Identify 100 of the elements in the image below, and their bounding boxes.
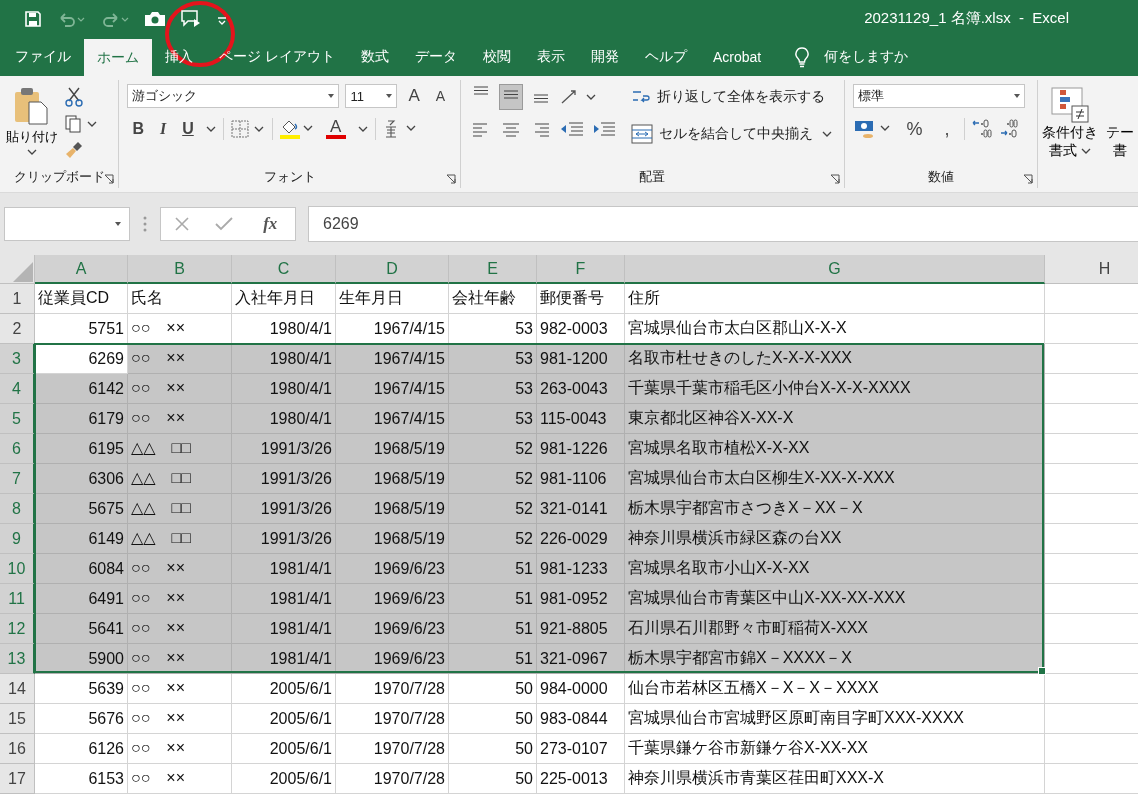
table-cell: 51: [449, 584, 537, 614]
table-cell: 入社年月日: [232, 284, 336, 314]
shrink-font-button[interactable]: A: [430, 88, 451, 104]
row-header[interactable]: 4: [0, 374, 35, 404]
table-cell: 千葉県千葉市稲毛区小仲台X-X-X-XXXX: [625, 374, 1045, 404]
row-header[interactable]: 9: [0, 524, 35, 554]
tell-me-search[interactable]: 何をしますか: [824, 47, 909, 66]
scissors-icon[interactable]: [64, 86, 84, 108]
row-header[interactable]: 15: [0, 704, 35, 734]
table-cell: 982-0003: [537, 314, 625, 344]
save-icon[interactable]: [24, 9, 42, 28]
row-header[interactable]: 2: [0, 314, 35, 344]
annotation-circle: [165, 1, 235, 67]
column-header[interactable]: F: [537, 255, 625, 284]
column-header[interactable]: E: [449, 255, 537, 284]
column-header[interactable]: A: [35, 255, 128, 284]
table-cell: 52: [449, 494, 537, 524]
table-cell: 1967/4/15: [336, 344, 449, 374]
percent-button[interactable]: %: [898, 118, 931, 140]
caret-icon[interactable]: [204, 124, 217, 134]
wrap-text-button[interactable]: 折り返して全体を表示する: [628, 84, 833, 110]
font-size-dropdown[interactable]: 11: [345, 84, 398, 108]
table-cell: 宮城県仙台市太白区郡山X-X-X: [625, 314, 1045, 344]
table-cell: 1991/3/26: [232, 464, 336, 494]
caret-icon[interactable]: [356, 124, 369, 134]
ribbon-tab[interactable]: 数式: [347, 37, 402, 76]
vertical-align-button[interactable]: [498, 84, 523, 110]
enter-check-icon[interactable]: [213, 215, 234, 233]
table-cell: △△ □□: [128, 524, 232, 554]
format-as-table-button[interactable]: テー 書: [1102, 80, 1138, 188]
ribbon-tab[interactable]: 開発: [577, 37, 632, 76]
table-cell: ○○ ××: [128, 764, 232, 794]
row-header[interactable]: 6: [0, 434, 35, 464]
increase-decimal-icon[interactable]: [970, 118, 993, 140]
ribbon-tab[interactable]: ホーム: [84, 39, 152, 76]
row-header[interactable]: 16: [0, 734, 35, 764]
paste-button[interactable]: 貼り付け: [4, 84, 60, 166]
copy-icon[interactable]: [64, 114, 98, 134]
row-header[interactable]: 3: [0, 344, 35, 374]
table-cell: 住所: [625, 284, 1045, 314]
comment-play-icon[interactable]: [180, 8, 202, 29]
ribbon-tab[interactable]: ファイル: [2, 37, 84, 76]
format-painter-icon[interactable]: [64, 140, 84, 160]
row-header[interactable]: 1: [0, 284, 35, 314]
table-cell: 51: [449, 644, 537, 674]
row-header[interactable]: 13: [0, 644, 35, 674]
row-header[interactable]: 17: [0, 764, 35, 794]
table-cell: 52: [449, 524, 537, 554]
table-cell: ○○ ××: [128, 614, 232, 644]
underline-button[interactable]: U: [177, 120, 199, 138]
table-cell: 6153: [35, 764, 128, 794]
ribbon-tab[interactable]: 表示: [523, 37, 578, 76]
row-header[interactable]: 7: [0, 464, 35, 494]
conditional-format-icon: [1050, 86, 1090, 124]
formula-input[interactable]: 6269: [308, 206, 1138, 242]
table-cell: 1968/5/19: [336, 434, 449, 464]
fill-color-icon[interactable]: [278, 118, 315, 140]
column-header[interactable]: D: [336, 255, 449, 284]
table-cell: 神奈川県横浜市緑区森の台XX: [625, 524, 1045, 554]
conditional-formatting-button[interactable]: 条件付き 書式: [1038, 80, 1102, 188]
borders-icon[interactable]: [229, 119, 266, 139]
row-header[interactable]: 10: [0, 554, 35, 584]
font-name-dropdown[interactable]: 游ゴシック: [127, 84, 340, 108]
ribbon-tab[interactable]: Acrobat: [699, 37, 775, 76]
column-header[interactable]: H: [1045, 255, 1138, 284]
table-cell: 53: [449, 404, 537, 434]
italic-button[interactable]: I: [154, 120, 172, 138]
ribbon-tab[interactable]: データ: [401, 37, 470, 76]
ribbon-tab[interactable]: ヘルプ: [631, 37, 700, 76]
dialog-launcher-icon[interactable]: [829, 174, 840, 184]
decrease-decimal-icon[interactable]: [998, 118, 1021, 140]
font-color-button[interactable]: A: [320, 119, 351, 139]
table-cell: 従業員CD: [35, 284, 128, 314]
table-cell: 984-0000: [537, 674, 625, 704]
bold-button[interactable]: B: [127, 120, 149, 138]
dialog-launcher-icon[interactable]: [104, 174, 115, 184]
caret-icon[interactable]: [820, 129, 833, 139]
column-header[interactable]: C: [232, 255, 336, 284]
row-header[interactable]: 5: [0, 404, 35, 434]
table-cell: 5900: [35, 644, 128, 674]
row-header[interactable]: 8: [0, 494, 35, 524]
table-cell: 6195: [35, 434, 128, 464]
row-header[interactable]: 14: [0, 674, 35, 704]
comma-button[interactable]: ,: [936, 118, 958, 140]
grow-font-button[interactable]: A: [403, 86, 425, 106]
table-cell: 5751: [35, 314, 128, 344]
insert-function-button[interactable]: fx: [257, 213, 284, 235]
ribbon-tab[interactable]: 校閲: [469, 37, 524, 76]
table-cell: 981-1233: [537, 554, 625, 584]
row-header[interactable]: 12: [0, 614, 35, 644]
column-header[interactable]: B: [128, 255, 232, 284]
dialog-launcher-icon[interactable]: [1023, 174, 1033, 184]
row-header[interactable]: 11: [0, 584, 35, 614]
camera-icon[interactable]: [144, 9, 166, 28]
table-cell: 6491: [35, 584, 128, 614]
merge-cells-icon: [630, 124, 653, 144]
column-header[interactable]: G: [625, 255, 1045, 284]
merge-center-button[interactable]: セルを結合して中央揃え: [628, 120, 815, 148]
dialog-launcher-icon[interactable]: [445, 174, 456, 184]
number-format-dropdown[interactable]: 標準: [852, 84, 1025, 108]
